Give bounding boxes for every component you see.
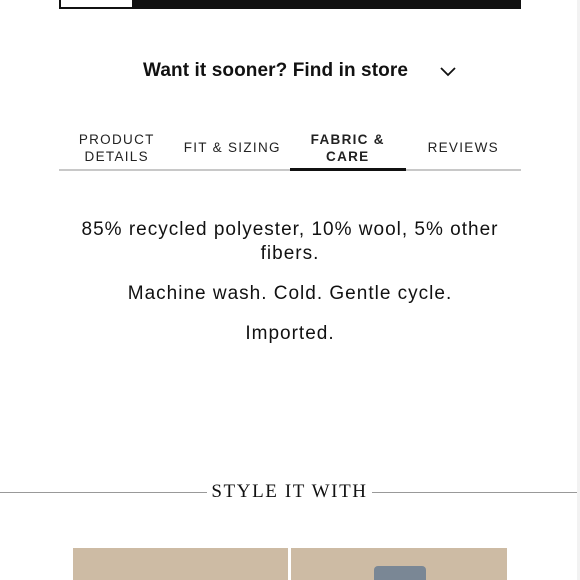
tab-fit-sizing[interactable]: FIT & SIZING <box>175 130 291 169</box>
product-tile-image[interactable] <box>73 548 288 580</box>
tab-label-line1: FABRIC & <box>310 131 385 147</box>
tab-label-line1: PRODUCT <box>78 131 155 147</box>
top-button-bar <box>59 0 521 9</box>
divider-right <box>372 492 580 493</box>
tab-product-details[interactable]: PRODUCT DETAILS <box>59 130 175 169</box>
chevron-down-icon <box>440 67 456 77</box>
origin-text: Imported. <box>245 323 335 344</box>
product-photo-detail <box>374 566 426 580</box>
product-info-tabs: PRODUCT DETAILS FIT & SIZING FABRIC & CA… <box>59 130 521 171</box>
tab-label-line2: DETAILS <box>84 148 149 164</box>
tab-fabric-care[interactable]: FABRIC & CARE <box>290 130 406 171</box>
product-tile-image[interactable] <box>291 548 507 580</box>
section-title: STYLE IT WITH <box>211 481 368 502</box>
add-to-bag-button[interactable] <box>134 0 521 9</box>
quantity-box[interactable] <box>59 0 134 9</box>
product-page: Want it sooner? Find in store PRODUCT DE… <box>0 0 580 580</box>
tab-label-line2: CARE <box>326 148 370 164</box>
tab-label-line1: REVIEWS <box>427 140 499 155</box>
composition-text: 85% recycled polyester, 10% wool, 5% oth… <box>81 219 499 264</box>
find-in-store-toggle[interactable]: Want it sooner? Find in store <box>59 56 521 88</box>
fabric-care-panel: 85% recycled polyester, 10% wool, 5% oth… <box>59 218 521 362</box>
care-text: Machine wash. Cold. Gentle cycle. <box>127 283 453 304</box>
tab-label-line1: FIT & SIZING <box>183 140 281 155</box>
find-in-store-label: Want it sooner? Find in store <box>143 60 409 81</box>
style-it-with-header: STYLE IT WITH <box>0 480 580 506</box>
tab-reviews[interactable]: REVIEWS <box>406 130 522 169</box>
divider-left <box>0 492 207 493</box>
